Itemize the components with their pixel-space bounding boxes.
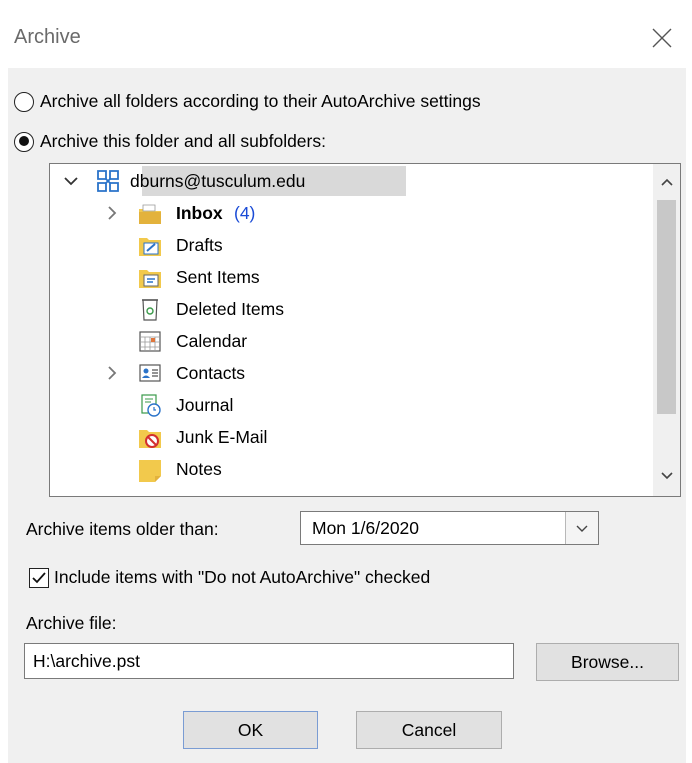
tree-item-contacts[interactable]: Contacts bbox=[50, 358, 650, 388]
inbox-icon bbox=[139, 204, 161, 224]
chevron-down-icon bbox=[576, 525, 588, 532]
tree-item-calendar[interactable]: Calendar bbox=[50, 326, 650, 356]
browse-button[interactable]: Browse... bbox=[536, 643, 679, 681]
include-do-not-archive-label: Include items with "Do not AutoArchive" … bbox=[54, 567, 431, 587]
tree-scrollbar[interactable] bbox=[653, 164, 680, 496]
date-dropdown-button[interactable] bbox=[565, 512, 598, 544]
notes-icon bbox=[139, 460, 161, 482]
tree-item-junk-email[interactable]: Junk E-Mail bbox=[50, 422, 650, 452]
archive-date-picker[interactable]: Mon 1/6/2020 bbox=[300, 511, 599, 545]
archive-file-input[interactable] bbox=[24, 643, 514, 679]
folder-label-deleted-items: Deleted Items bbox=[176, 299, 284, 319]
tree-item-journal[interactable]: Journal bbox=[50, 390, 650, 420]
scroll-down-icon[interactable] bbox=[659, 468, 675, 484]
archive-this-radio[interactable] bbox=[14, 131, 34, 152]
archive-this-option[interactable]: Archive this folder and all subfolders: bbox=[14, 131, 326, 152]
checkmark-icon bbox=[32, 571, 46, 583]
calendar-icon bbox=[139, 331, 161, 352]
unread-count-badge: (4) bbox=[234, 203, 256, 223]
folder-label-notes: Notes bbox=[176, 459, 222, 479]
archive-all-option[interactable]: Archive all folders according to their A… bbox=[14, 91, 481, 112]
ok-button[interactable]: OK bbox=[183, 711, 318, 749]
archive-date-value: Mon 1/6/2020 bbox=[312, 518, 420, 538]
archive-file-label: Archive file: bbox=[26, 613, 117, 633]
folder-label-drafts: Drafts bbox=[176, 235, 223, 255]
folder-label-inbox: Inbox bbox=[176, 203, 223, 223]
archive-older-label: Archive items older than: bbox=[26, 519, 219, 539]
folder-label-contacts: Contacts bbox=[176, 363, 246, 383]
chevron-right-icon[interactable] bbox=[104, 365, 120, 381]
archive-this-label: Archive this folder and all subfolders: bbox=[40, 131, 326, 151]
tree-item-account[interactable]: dburns@tusculum.edu bbox=[50, 166, 650, 196]
folder-label-sent-items: Sent Items bbox=[176, 267, 260, 287]
folder-tree[interactable]: dburns@tusculum.edu Inbox (4) Drafts Sen… bbox=[49, 163, 681, 497]
folder-label-calendar: Calendar bbox=[176, 331, 248, 351]
cancel-button[interactable]: Cancel bbox=[356, 711, 502, 749]
drafts-icon bbox=[139, 238, 161, 256]
account-label: dburns@tusculum.edu bbox=[130, 171, 306, 191]
dialog-body: Archive all folders according to their A… bbox=[8, 68, 686, 763]
deleted-items-icon bbox=[142, 299, 158, 321]
archive-all-label: Archive all folders according to their A… bbox=[40, 91, 481, 111]
tree-item-drafts[interactable]: Drafts bbox=[50, 230, 650, 260]
tree-item-inbox[interactable]: Inbox (4) bbox=[50, 198, 650, 228]
scroll-up-icon[interactable] bbox=[659, 174, 675, 190]
chevron-down-icon[interactable] bbox=[63, 173, 79, 189]
folder-label-junk-email: Junk E-Mail bbox=[176, 427, 268, 447]
close-icon bbox=[652, 28, 672, 48]
sent-items-icon bbox=[139, 270, 161, 288]
include-do-not-archive-option[interactable]: Include items with "Do not AutoArchive" … bbox=[29, 567, 430, 588]
archive-all-radio[interactable] bbox=[14, 91, 34, 112]
junk-email-icon bbox=[139, 430, 161, 448]
dialog-title: Archive bbox=[14, 26, 81, 48]
account-icon bbox=[97, 170, 119, 192]
tree-item-notes[interactable]: Notes bbox=[50, 454, 650, 484]
chevron-right-icon[interactable] bbox=[104, 205, 120, 221]
contacts-icon bbox=[139, 364, 161, 382]
folder-label-journal: Journal bbox=[176, 395, 234, 415]
title-bar: Archive bbox=[0, 0, 692, 68]
include-do-not-archive-checkbox[interactable] bbox=[29, 567, 49, 588]
tree-item-deleted-items[interactable]: Deleted Items bbox=[50, 294, 650, 324]
scroll-thumb[interactable] bbox=[657, 200, 676, 414]
journal-icon bbox=[141, 394, 161, 417]
close-button[interactable] bbox=[640, 16, 684, 60]
tree-item-sent-items[interactable]: Sent Items bbox=[50, 262, 650, 292]
